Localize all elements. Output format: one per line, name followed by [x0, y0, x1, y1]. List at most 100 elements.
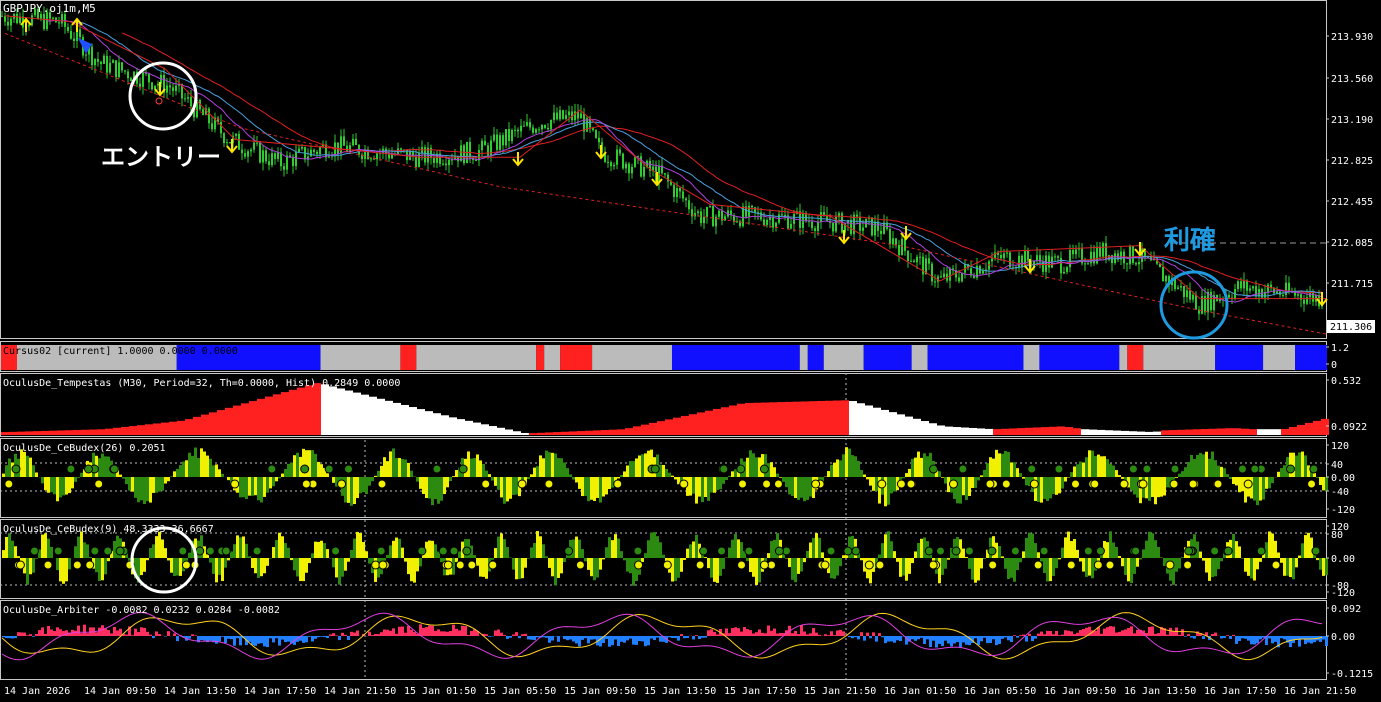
- oscillator-bar: [1085, 558, 1088, 577]
- oscillator-bar: [1304, 535, 1307, 558]
- oscillator-bar: [1214, 558, 1217, 577]
- arbiter-bar: [911, 636, 914, 640]
- arbiter-bar: [77, 625, 80, 636]
- tempestas-bar: [945, 426, 953, 435]
- oscillator-bar: [1064, 477, 1067, 482]
- oscillator-bar: [1127, 558, 1130, 582]
- oscillator-bar: [860, 469, 863, 477]
- arbiter-bar: [1280, 636, 1283, 639]
- arbiter-bar: [248, 636, 251, 642]
- cursus-segment: [536, 345, 545, 370]
- arbiter-bar: [413, 632, 416, 636]
- oscillator-marker: [1183, 560, 1193, 570]
- candle-body: [1, 15, 3, 17]
- arbiter-bar: [266, 636, 269, 648]
- candle-body: [895, 238, 897, 245]
- arbiter-bar: [143, 627, 146, 636]
- oscillator-bar: [581, 477, 584, 497]
- oscillator-bar: [1010, 462, 1013, 477]
- arbiter-bar: [863, 636, 866, 641]
- oscillator-marker: [774, 546, 784, 556]
- candle-body: [190, 97, 192, 107]
- tempestas-bar: [713, 408, 721, 435]
- oscillator-bar: [794, 477, 797, 499]
- oscillator-bar: [962, 477, 965, 496]
- oscillator-marker: [1243, 479, 1253, 489]
- arbiter-bar: [332, 633, 335, 636]
- oscillator-bar: [620, 551, 623, 558]
- tempestas-bar: [817, 400, 825, 435]
- oscillator-bar: [1091, 558, 1094, 579]
- tempestas-bar: [625, 428, 633, 435]
- symbol-label: GBPJPY.oj1m,M5: [3, 2, 96, 15]
- arbiter-bar: [1220, 636, 1223, 639]
- tempestas-bar: [401, 404, 409, 435]
- time-tick-label: 14 Jan 13:50: [164, 686, 236, 697]
- arbiter-bar: [839, 629, 842, 636]
- arbiter-bar: [800, 625, 803, 636]
- oscillator-bar: [350, 477, 353, 506]
- time-tick-label: 15 Jan 01:50: [404, 686, 476, 697]
- arbiter-bar: [1043, 634, 1046, 636]
- oscillator-bar: [191, 455, 194, 477]
- arbiter-bar: [629, 636, 632, 639]
- oscillator-bar: [242, 477, 245, 498]
- tempestas-bar: [281, 392, 289, 435]
- oscillator-bar: [59, 477, 62, 498]
- candle-body: [445, 163, 447, 166]
- oscillator-bar: [311, 450, 314, 477]
- candle-body: [103, 55, 105, 64]
- candle-body: [112, 60, 114, 63]
- arbiter-bar: [536, 636, 539, 638]
- chart-canvas[interactable]: 213.930213.560213.190212.825212.455212.0…: [0, 0, 1381, 702]
- oscillator-bar: [971, 558, 974, 580]
- tempestas-bar: [385, 400, 393, 435]
- oscillator-bar: [1031, 533, 1034, 558]
- arbiter-bar: [851, 636, 854, 639]
- oscillator-marker: [1105, 560, 1115, 570]
- oscillator-marker: [935, 546, 945, 556]
- oscillator-bar: [560, 558, 563, 574]
- arbiter-bar: [956, 636, 959, 642]
- oscillator-bar: [1109, 463, 1112, 477]
- axis-tick-label: 120: [1331, 441, 1349, 452]
- oscillator-marker: [1142, 464, 1152, 474]
- oscillator-bar: [188, 452, 191, 477]
- arbiter-bar: [83, 624, 86, 636]
- time-tick-label: 16 Jan 17:50: [1204, 686, 1276, 697]
- oscillator-bar: [1229, 477, 1232, 479]
- oscillator-bar: [1082, 462, 1085, 477]
- arbiter-bar: [461, 625, 464, 636]
- tempestas-bar: [857, 403, 865, 435]
- arbiter-bar: [920, 636, 923, 638]
- arbiter-bar: [755, 632, 758, 636]
- oscillator-bar: [299, 558, 302, 582]
- oscillator-marker: [377, 479, 387, 489]
- oscillator-marker: [462, 546, 472, 556]
- candle-body: [907, 250, 909, 262]
- arbiter-bar: [638, 636, 641, 642]
- oscillator-marker: [331, 546, 341, 556]
- oscillator-bar: [524, 558, 527, 568]
- oscillator-bar: [482, 464, 485, 477]
- candle-body: [550, 120, 552, 130]
- arbiter-bar: [887, 636, 890, 642]
- oscillator-bar: [1187, 462, 1190, 477]
- oscillator-bar: [260, 477, 263, 503]
- candle-body: [1258, 288, 1260, 297]
- oscillator-bar: [929, 452, 932, 477]
- tempestas-bar: [833, 400, 841, 435]
- oscillator-bar: [542, 458, 545, 477]
- oscillator-bar: [32, 465, 35, 477]
- oscillator-bar: [725, 477, 728, 481]
- arbiter-bar: [677, 636, 680, 641]
- oscillator-bar: [581, 549, 584, 558]
- tempestas-bar: [801, 401, 809, 435]
- arbiter-bar: [104, 628, 107, 636]
- oscillator-bar: [221, 558, 224, 582]
- arbiter-bar: [542, 636, 545, 638]
- oscillator-bar: [1265, 477, 1268, 489]
- tempestas-bar: [1129, 431, 1137, 435]
- oscillator-bar: [911, 558, 914, 564]
- oscillator-marker: [15, 560, 25, 570]
